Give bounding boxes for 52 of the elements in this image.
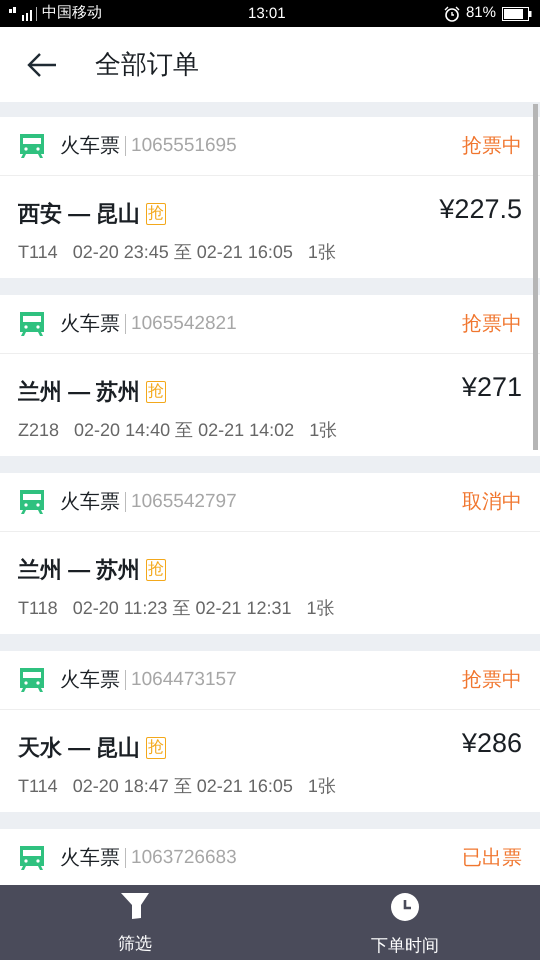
grab-tag: 抢 — [146, 380, 166, 402]
order-category: 火车票 — [60, 668, 120, 693]
trip-details: T114 02-20 18:47 至 02-21 16:05 1张 — [18, 775, 336, 798]
train-icon — [18, 844, 46, 872]
order-status: 抢票中 — [462, 134, 522, 159]
order-status: 抢票中 — [462, 312, 522, 337]
carrier-name: 中国移动 — [42, 3, 102, 24]
order-number: 1065542797 — [131, 490, 237, 514]
order-number: 1064473157 — [131, 668, 237, 692]
trip-details: T114 02-20 23:45 至 02-21 16:05 1张 — [18, 241, 336, 264]
battery-icon — [502, 6, 532, 20]
trip-details: Z218 02-20 14:40 至 02-21 14:02 1张 — [18, 419, 338, 442]
status-time: 13:01 — [248, 4, 286, 24]
order-category: 火车票 — [60, 490, 120, 515]
order-card[interactable]: 火车票 1063726683 已出票 — [0, 829, 540, 888]
order-number: 1063726683 — [131, 846, 237, 870]
signal-icon — [8, 4, 40, 22]
order-status: 已出票 — [462, 846, 522, 871]
train-icon — [18, 310, 46, 338]
order-status: 取消中 — [462, 490, 522, 515]
clock-icon — [391, 893, 419, 921]
filter-icon — [121, 893, 149, 919]
grab-tag: 抢 — [146, 202, 166, 224]
route: 兰州 — 苏州 — [18, 556, 140, 584]
order-card[interactable]: 火车票 1065542821 抢票中 兰州 — 苏州 抢 Z218 02-20 14:40 至 02-21 14:02 1张 ¥271 — [0, 295, 540, 456]
grab-tag: 抢 — [146, 736, 166, 758]
order-category: 火车票 — [60, 312, 120, 337]
price: ¥286 — [462, 727, 522, 760]
trip-details: T118 02-20 11:23 至 02-21 12:31 1张 — [18, 597, 335, 620]
alarm-icon — [444, 6, 460, 22]
sort-time-button[interactable]: 下单时间 — [270, 885, 540, 960]
train-icon — [18, 132, 46, 160]
page-title: 全部订单 — [95, 48, 199, 81]
train-icon — [18, 488, 46, 516]
order-number: 1065551695 — [131, 134, 237, 158]
order-card[interactable]: 火车票 1064473157 抢票中 天水 — 昆山 抢 T114 02-20 18:47 至 02-21 16:05 1张 ¥286 — [0, 651, 540, 812]
train-icon — [18, 666, 46, 694]
back-arrow-icon — [27, 52, 57, 78]
order-card[interactable]: 火车票 1065551695 抢票中 西安 — 昆山 抢 T114 02-20 23:45 至 02-21 16:05 1张 ¥227.5 — [0, 117, 540, 278]
order-category: 火车票 — [60, 846, 120, 871]
order-category: 火车票 — [60, 134, 120, 159]
order-card[interactable]: 火车票 1065542797 取消中 兰州 — 苏州 抢 T118 02-20 11:23 至 02-21 12:31 1张 — [0, 473, 540, 634]
route: 西安 — 昆山 — [18, 200, 140, 228]
order-status: 抢票中 — [462, 668, 522, 693]
route: 兰州 — 苏州 — [18, 378, 140, 406]
order-number: 1065542821 — [131, 312, 237, 336]
price: ¥271 — [462, 371, 522, 404]
filter-button[interactable]: 筛选 — [0, 885, 270, 960]
battery-percent: 81% — [466, 3, 496, 24]
grab-tag: 抢 — [146, 558, 166, 580]
route: 天水 — 昆山 — [18, 734, 140, 762]
price: ¥227.5 — [439, 193, 522, 226]
